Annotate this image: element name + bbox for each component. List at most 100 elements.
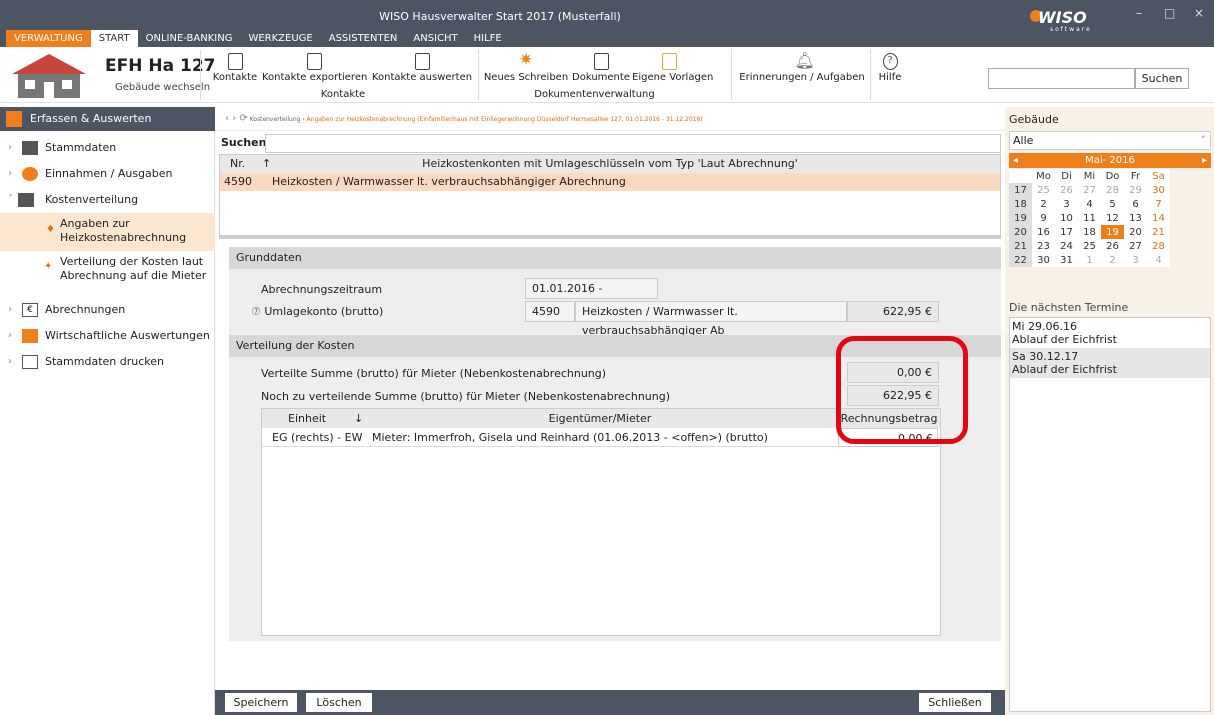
account-nr-field[interactable]: 4590 bbox=[525, 301, 575, 322]
period-label: Abrechnungszeitraum bbox=[261, 283, 383, 296]
week-number: 17 bbox=[1009, 183, 1032, 197]
calendar-day[interactable]: 5 bbox=[1101, 197, 1124, 211]
gebaeude-label: Gebäude bbox=[1009, 113, 1059, 126]
distribute-icon: ✦ bbox=[44, 261, 53, 272]
sidebar-item-einnahmen[interactable]: › Einnahmen / Ausgaben bbox=[0, 161, 215, 187]
accounts-table: Nr. ↑ Heizkostenkonten mit Umlageschlüss… bbox=[219, 154, 1001, 239]
splitter-handle[interactable] bbox=[220, 235, 1000, 239]
sidebar-sub-heizkosten[interactable]: ♦ Angaben zur Heizkostenabrechnung bbox=[0, 213, 215, 251]
calendar-day[interactable]: 30 bbox=[1147, 183, 1170, 197]
close-button[interactable]: Schließen bbox=[919, 693, 991, 712]
calendar-day[interactable]: 28 bbox=[1101, 183, 1124, 197]
accounts-search-input[interactable] bbox=[265, 134, 1001, 153]
tab-verwaltung[interactable]: VERWALTUNG bbox=[6, 30, 91, 47]
tab-assistenten[interactable]: ASSISTENTEN bbox=[321, 30, 406, 47]
document-icon bbox=[593, 53, 609, 70]
calendar-day[interactable]: 2 bbox=[1101, 253, 1124, 267]
calendar-day[interactable]: 3 bbox=[1124, 253, 1147, 267]
table-row[interactable]: 4590 Heizkosten / Warmwasser lt. verbrau… bbox=[220, 173, 1000, 191]
gebaeude-select[interactable]: Alle ˅ bbox=[1009, 131, 1211, 150]
sidebar: Erfassen & Auswerten › Stammdaten › Einnah… bbox=[0, 107, 215, 715]
evaluate-contacts-button[interactable]: Kontakte auswerten bbox=[370, 53, 474, 83]
calendar-day[interactable]: 11 bbox=[1078, 211, 1101, 225]
calendar-day[interactable]: 1 bbox=[1078, 253, 1101, 267]
car-icon bbox=[22, 141, 38, 155]
maximize-button[interactable]: □ bbox=[1164, 6, 1175, 20]
list-item[interactable]: Mi 29.06.16 Ablauf der Eichfrist bbox=[1010, 318, 1210, 348]
tab-online-banking[interactable]: ONLINE-BANKING bbox=[138, 30, 241, 47]
minimize-button[interactable]: – bbox=[1136, 6, 1142, 20]
calendar-day[interactable]: 6 bbox=[1124, 197, 1147, 211]
calendar-day[interactable]: 27 bbox=[1124, 239, 1147, 253]
calendar-day[interactable]: 30 bbox=[1032, 253, 1055, 267]
prev-month-icon[interactable]: ◂ bbox=[1013, 153, 1018, 168]
calendar-day[interactable]: 16 bbox=[1032, 225, 1055, 239]
sidebar-sub-verteilung[interactable]: ✦ Verteilung der Kosten laut Abrechnung a… bbox=[0, 255, 215, 287]
sidebar-item-kostenverteilung[interactable]: ˅ Kostenverteilung bbox=[0, 187, 215, 213]
calendar-day[interactable]: 18 bbox=[1078, 225, 1101, 239]
calendar-day[interactable]: 26 bbox=[1101, 239, 1124, 253]
tab-ansicht[interactable]: ANSICHT bbox=[405, 30, 465, 47]
help-icon: ⑦ bbox=[251, 305, 265, 318]
grunddaten-header: Grunddaten bbox=[229, 247, 1001, 269]
sidebar-item-drucken[interactable]: › Stammdaten drucken bbox=[0, 349, 215, 375]
calendar-day[interactable]: 3 bbox=[1055, 197, 1078, 211]
calendar-day[interactable]: 2 bbox=[1032, 197, 1055, 211]
printer-icon bbox=[22, 355, 38, 369]
global-search-input[interactable] bbox=[988, 68, 1135, 89]
breadcrumb: ‹ › ⟳ Kostenverteilung › Angaben zur Hei… bbox=[215, 107, 1005, 131]
documents-button[interactable]: Dokumente bbox=[572, 53, 630, 83]
calendar-day[interactable]: 24 bbox=[1055, 239, 1078, 253]
calendar-day[interactable]: 10 bbox=[1055, 211, 1078, 225]
export-contacts-button[interactable]: Kontakte exportieren bbox=[262, 53, 367, 83]
calendar-day[interactable]: 20 bbox=[1124, 225, 1147, 239]
calendar-day[interactable]: 23 bbox=[1032, 239, 1055, 253]
close-window-button[interactable]: × bbox=[1194, 6, 1204, 20]
tab-start[interactable]: START bbox=[90, 30, 138, 47]
new-letter-button[interactable]: ✷ Neues Schreiben bbox=[482, 50, 570, 84]
sidebar-item-auswertungen[interactable]: › Wirtschaftliche Auswertungen bbox=[0, 323, 215, 349]
delete-button[interactable]: Löschen bbox=[306, 693, 372, 712]
week-number: 20 bbox=[1009, 225, 1032, 239]
reminders-button[interactable]: 🔔︎ Erinnerungen / Aufgaben bbox=[735, 53, 869, 84]
calendar-day[interactable]: 7 bbox=[1147, 197, 1170, 211]
sun-icon: ✷ bbox=[518, 50, 534, 70]
sidebar-item-stammdaten[interactable]: › Stammdaten bbox=[0, 135, 215, 161]
next-month-icon[interactable]: ▸ bbox=[1202, 153, 1207, 168]
list-item[interactable]: Sa 30.12.17 Ablauf der Eichfrist bbox=[1010, 348, 1210, 378]
calendar-day[interactable]: 19 bbox=[1101, 225, 1124, 239]
bar-chart-icon bbox=[22, 329, 38, 343]
templates-button[interactable]: Eigene Vorlagen bbox=[632, 53, 713, 83]
calendar-day[interactable]: 26 bbox=[1055, 183, 1078, 197]
period-field[interactable]: 01.01.2016 - 31.12.2016 bbox=[525, 278, 658, 314]
calendar-day[interactable]: 27 bbox=[1078, 183, 1101, 197]
calendar-day[interactable]: 25 bbox=[1032, 183, 1055, 197]
calendar-day[interactable]: 31 bbox=[1055, 253, 1078, 267]
sidebar-item-abrechnungen[interactable]: › € Abrechnungen bbox=[0, 297, 215, 323]
tab-werkzeuge[interactable]: WERKZEUGE bbox=[240, 30, 320, 47]
global-search-button[interactable]: Suchen bbox=[1135, 68, 1189, 89]
calendar-header: ◂ Mai- 2016 ▸ bbox=[1009, 153, 1211, 168]
wiso-logo: WISO bbox=[1038, 8, 1087, 27]
calendar-day[interactable]: 4 bbox=[1147, 253, 1170, 267]
calendar-day[interactable]: 9 bbox=[1032, 211, 1055, 225]
save-button[interactable]: Speichern bbox=[225, 693, 297, 712]
calendar-day[interactable]: 4 bbox=[1078, 197, 1101, 211]
calendar-day[interactable]: 17 bbox=[1055, 225, 1078, 239]
calendar-day[interactable]: 25 bbox=[1078, 239, 1101, 253]
calendar-day[interactable]: 21 bbox=[1147, 225, 1170, 239]
remaining-label: Noch zu verteilende Summe (brutto) für M… bbox=[261, 390, 671, 403]
help-button[interactable]: ? Hilfe bbox=[872, 53, 908, 83]
calendar-day[interactable]: 28 bbox=[1147, 239, 1170, 253]
week-number: 19 bbox=[1009, 211, 1032, 225]
contact-icon bbox=[227, 53, 243, 70]
calendar-day[interactable]: 29 bbox=[1124, 183, 1147, 197]
contacts-group-label: Kontakte bbox=[320, 89, 366, 100]
tab-hilfe[interactable]: HILFE bbox=[466, 30, 510, 47]
change-building-link[interactable]: Gebäude wechseln bbox=[115, 82, 210, 93]
calendar-day[interactable]: 12 bbox=[1101, 211, 1124, 225]
calendar-day[interactable]: 13 bbox=[1124, 211, 1147, 225]
distribution-table: Einheit ↓ Eigentümer/Mieter Rechnungsbet… bbox=[261, 408, 941, 636]
calendar-day[interactable]: 14 bbox=[1147, 211, 1170, 225]
contacts-button[interactable]: Kontakte bbox=[212, 53, 258, 83]
